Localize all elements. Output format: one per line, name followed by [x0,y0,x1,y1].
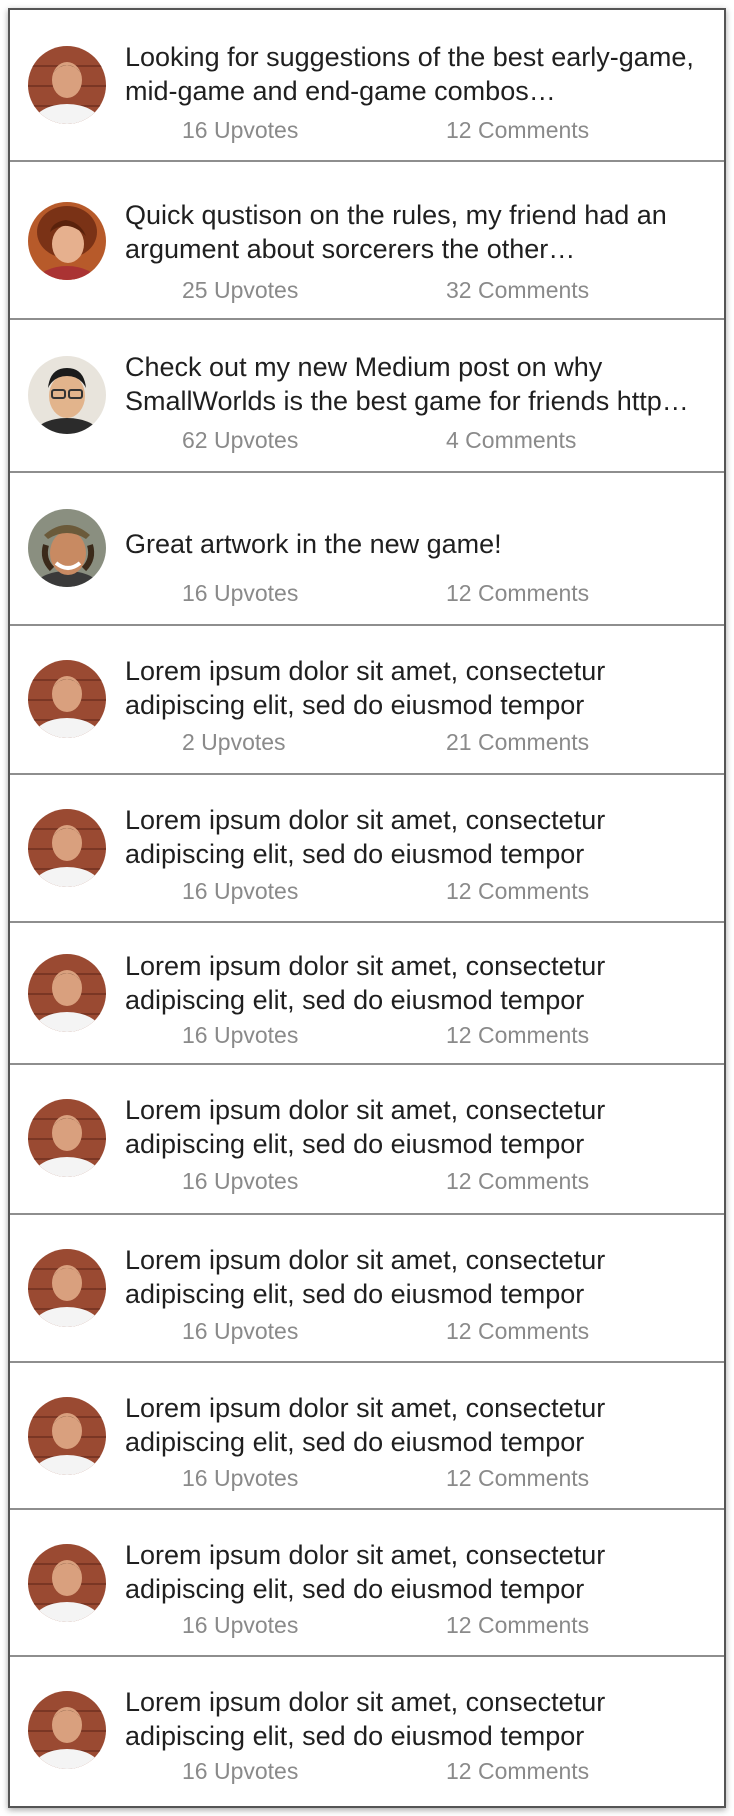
comment-count[interactable]: 32 Comments [446,276,589,304]
post-text[interactable]: Lorem ipsum dolor sit amet, consectetur … [125,949,712,1017]
comment-count[interactable]: 12 Comments [446,1167,589,1195]
post-text[interactable]: Check out my new Medium post on why Smal… [125,350,712,418]
post-text[interactable]: Lorem ipsum dolor sit amet, consectetur … [125,1093,712,1161]
avatar[interactable] [28,46,106,124]
upvote-count[interactable]: 16 Upvotes [182,1021,298,1049]
comment-count[interactable]: 12 Comments [446,579,589,607]
upvote-count[interactable]: 16 Upvotes [182,1757,298,1785]
post-item[interactable]: Lorem ipsum dolor sit amet, consectetur … [10,1655,724,1806]
post-item[interactable]: Lorem ipsum dolor sit amet, consectetur … [10,921,724,1065]
post-item[interactable]: Looking for suggestions of the best earl… [10,10,724,162]
post-text[interactable]: Looking for suggestions of the best earl… [125,40,712,108]
comment-count[interactable]: 12 Comments [446,116,589,144]
post-text[interactable]: Lorem ipsum dolor sit amet, consectetur … [125,1243,712,1311]
post-item[interactable]: Check out my new Medium post on why Smal… [10,318,724,473]
post-item[interactable]: Great artwork in the new game! 16 Upvote… [10,471,724,626]
avatar[interactable] [28,356,106,434]
upvote-count[interactable]: 16 Upvotes [182,1464,298,1492]
avatar[interactable] [28,1544,106,1622]
upvote-count[interactable]: 16 Upvotes [182,579,298,607]
upvote-count[interactable]: 16 Upvotes [182,1611,298,1639]
comment-count[interactable]: 12 Comments [446,877,589,905]
comment-count[interactable]: 12 Comments [446,1317,589,1345]
comment-count[interactable]: 21 Comments [446,728,589,756]
avatar[interactable] [28,660,106,738]
post-text[interactable]: Lorem ipsum dolor sit amet, consectetur … [125,1538,712,1606]
upvote-count[interactable]: 16 Upvotes [182,1317,298,1345]
avatar[interactable] [28,202,106,280]
post-text[interactable]: Lorem ipsum dolor sit amet, consectetur … [125,654,712,722]
post-item[interactable]: Lorem ipsum dolor sit amet, consectetur … [10,1361,724,1510]
upvote-count[interactable]: 16 Upvotes [182,116,298,144]
post-text[interactable]: Lorem ipsum dolor sit amet, consectetur … [125,1685,712,1753]
avatar[interactable] [28,509,106,587]
comment-count[interactable]: 4 Comments [446,426,576,454]
upvote-count[interactable]: 16 Upvotes [182,1167,298,1195]
post-text[interactable]: Great artwork in the new game! [125,527,712,561]
post-item[interactable]: Lorem ipsum dolor sit amet, consectetur … [10,1213,724,1363]
avatar[interactable] [28,1099,106,1177]
post-feed: Looking for suggestions of the best earl… [8,8,726,1808]
upvote-count[interactable]: 62 Upvotes [182,426,298,454]
comment-count[interactable]: 12 Comments [446,1611,589,1639]
avatar[interactable] [28,1249,106,1327]
avatar[interactable] [28,809,106,887]
post-item[interactable]: Lorem ipsum dolor sit amet, consectetur … [10,773,724,923]
post-item[interactable]: Quick qustison on the rules, my friend h… [10,160,724,320]
upvote-count[interactable]: 25 Upvotes [182,276,298,304]
post-item[interactable]: Lorem ipsum dolor sit amet, consectetur … [10,624,724,775]
post-text[interactable]: Quick qustison on the rules, my friend h… [125,198,712,266]
avatar[interactable] [28,1691,106,1769]
comment-count[interactable]: 12 Comments [446,1021,589,1049]
avatar[interactable] [28,1397,106,1475]
upvote-count[interactable]: 2 Upvotes [182,728,286,756]
comment-count[interactable]: 12 Comments [446,1464,589,1492]
post-text[interactable]: Lorem ipsum dolor sit amet, consectetur … [125,803,712,871]
avatar[interactable] [28,954,106,1032]
upvote-count[interactable]: 16 Upvotes [182,877,298,905]
post-item[interactable]: Lorem ipsum dolor sit amet, consectetur … [10,1508,724,1657]
post-item[interactable]: Lorem ipsum dolor sit amet, consectetur … [10,1063,724,1215]
post-text[interactable]: Lorem ipsum dolor sit amet, consectetur … [125,1391,712,1459]
comment-count[interactable]: 12 Comments [446,1757,589,1785]
